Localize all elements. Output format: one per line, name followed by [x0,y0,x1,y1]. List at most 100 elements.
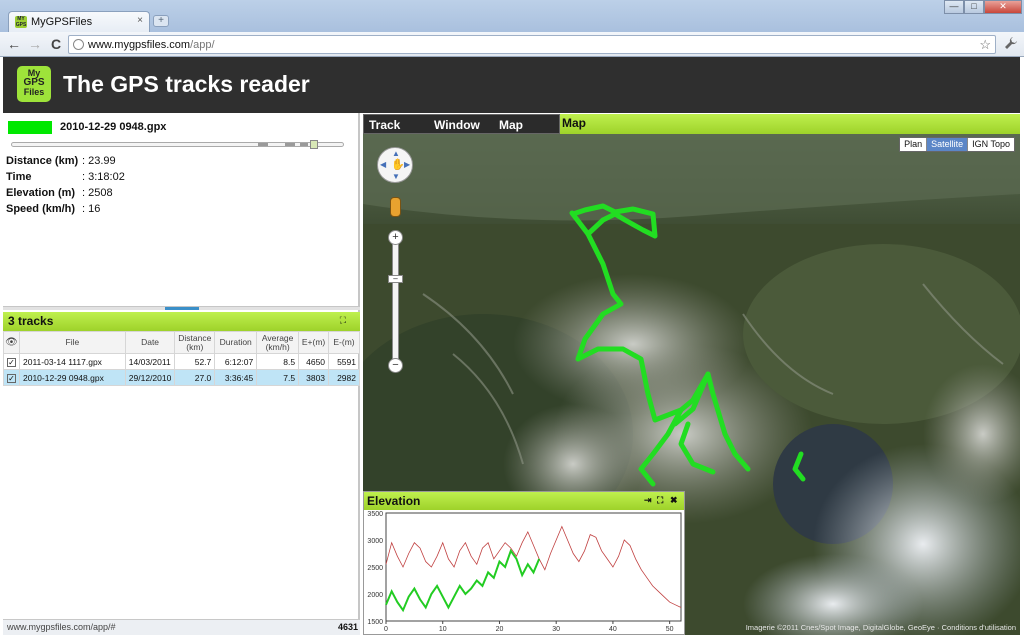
cell-duration: 6:12:07 [214,353,258,370]
column-header[interactable]: Distance (km) [174,331,216,354]
y-tick-label: 3500 [367,511,383,518]
splitter-grip[interactable] [165,307,199,310]
cell-file: 2011-03-14 1117.gpx [19,353,126,370]
cell-duration: 3:36:45 [214,369,258,386]
status-url: www.mygpsfiles.com/app/# [7,622,116,632]
url-host: www.mygpsfiles.com [88,39,191,51]
zoom-slider-track[interactable] [392,238,399,362]
y-tick-label: 3000 [367,538,383,545]
tab-title: MyGPSFiles [31,16,93,28]
stat-label: Elevation (m) [6,187,76,199]
elevation-panel-header: Elevation ⇥ ⛶ ✖ [364,492,684,510]
pan-left-icon[interactable]: ◀ [380,160,386,169]
status-count: 4631 [337,622,358,632]
reload-button[interactable]: C [48,36,64,52]
map-type-switcher: Plan Satellite IGN Topo [899,137,1015,152]
stat-speed: Speed (km/h): 16 [6,203,125,219]
favicon-icon: MY GPS [15,16,27,28]
street-view-pegman-icon[interactable] [390,197,401,217]
table-row-selected[interactable]: ✓ 2010-12-29 0948.gpx 29/12/2010 27.0 3:… [3,369,360,386]
forward-button[interactable]: → [27,36,43,52]
window-close-button[interactable]: ✕ [984,0,1022,14]
checkbox-checked-icon[interactable]: ✓ [7,357,16,367]
logo-line-3: Files [23,87,45,97]
slider-knob[interactable] [310,140,318,149]
table-header-row: 👁 File Date Distance (km) Duration Avera… [3,331,360,354]
map-type-satellite[interactable]: Satellite [927,138,969,151]
eye-icon: 👁 [5,337,18,348]
cell-eminus: 2982 [328,369,360,386]
menu-map[interactable]: Map [499,118,523,132]
map-panel-header: Map [560,114,1020,134]
column-header[interactable]: E+(m) [298,331,330,354]
table-row[interactable]: ✓ 2011-03-14 1117.gpx 14/03/2011 52.7 6:… [3,353,360,370]
maximize-button[interactable]: □ [964,0,984,14]
url-path: /app/ [190,39,215,51]
checkbox-checked-icon[interactable]: ✓ [7,373,16,383]
close-panel-icon[interactable]: ✖ [670,495,678,506]
column-header[interactable]: Duration [214,331,258,354]
stat-time: Time: 3:18:02 [6,171,125,187]
track-color-swatch[interactable] [8,121,52,134]
stat-value: : 23.99 [82,155,116,167]
visibility-column-header[interactable]: 👁 [3,331,20,354]
column-header[interactable]: Date [124,331,176,354]
menu-window[interactable]: Window [434,118,480,132]
browser-toolbar: ← → C www.mygpsfiles.com/app/ ☆ [0,32,1024,57]
maximize-panel-icon[interactable]: ⛶ [657,495,663,506]
pan-control[interactable]: ▲ ▼ ◀ ▶ ✋ [377,147,413,183]
elevation-title: Elevation [367,494,421,508]
minimize-button[interactable]: — [944,0,964,14]
pan-down-icon[interactable]: ▼ [392,172,400,181]
stat-distance: Distance (km): 23.99 [6,155,125,171]
page-icon [73,39,84,50]
map-type-ign-topo[interactable]: IGN Topo [968,138,1014,151]
back-button[interactable]: ← [6,36,22,52]
y-tick-label: 2500 [367,565,383,572]
pin-panel-icon[interactable]: ⇥ [644,495,652,506]
column-header[interactable]: E-(m) [328,331,360,354]
elevation-chart[interactable]: 3500 3000 2500 2000 15000 10 20 30 40 50 [364,510,684,634]
bookmark-star-icon[interactable]: ☆ [979,37,991,53]
browser-tab[interactable]: MY GPS MyGPSFiles × [8,11,150,32]
cell-eminus: 5591 [328,353,360,370]
x-tick-label: 40 [609,626,617,633]
wrench-menu-icon[interactable] [1004,36,1018,53]
maximize-panel-icon[interactable]: ⛶ [340,315,346,326]
map-panel-title: Map [562,116,586,130]
track-position-slider[interactable] [11,140,344,149]
new-tab-button[interactable]: + [153,15,169,27]
menu-track[interactable]: Track [369,118,400,132]
map-type-plan[interactable]: Plan [900,138,928,151]
slider-segment [300,143,308,146]
address-bar[interactable]: www.mygpsfiles.com/app/ ☆ [68,35,996,54]
zoom-in-button[interactable]: + [388,230,403,245]
hand-icon: ✋ [391,159,405,171]
stat-label: Time [6,171,32,183]
zoom-out-button[interactable]: − [388,358,403,373]
plot-area [385,512,682,622]
cell-average: 8.5 [256,353,300,370]
panel-splitter[interactable] [3,306,360,310]
tab-close-icon[interactable]: × [137,15,143,26]
row-checkbox[interactable]: ✓ [3,369,20,386]
column-header[interactable]: Average (km/h) [256,331,300,354]
cell-date: 14/03/2011 [124,353,176,370]
stat-label: Speed (km/h) [6,203,76,215]
cell-file: 2010-12-29 0948.gpx [19,369,126,386]
row-checkbox[interactable]: ✓ [3,353,20,370]
zoom-slider-thumb[interactable]: – [388,275,403,283]
tracks-table: 👁 File Date Distance (km) Duration Avera… [3,331,360,386]
map-attribution: Imagerie ©2011 Cnes/Spot Image, DigitalG… [745,623,1016,632]
column-header[interactable]: File [19,331,126,354]
slider-segment [285,143,295,146]
pan-up-icon[interactable]: ▲ [392,149,400,158]
current-track-name: 2010-12-29 0948.gpx [60,121,167,133]
cell-eplus: 3803 [298,369,330,386]
tracks-panel-header: 3 tracks ⛶ [3,312,360,331]
stat-value: : 2508 [82,187,113,199]
cell-date: 29/12/2010 [124,369,176,386]
app-logo: My GPS Files [17,66,51,102]
x-tick-label: 30 [552,626,560,633]
url-text[interactable]: www.mygpsfiles.com/app/ [88,39,215,51]
